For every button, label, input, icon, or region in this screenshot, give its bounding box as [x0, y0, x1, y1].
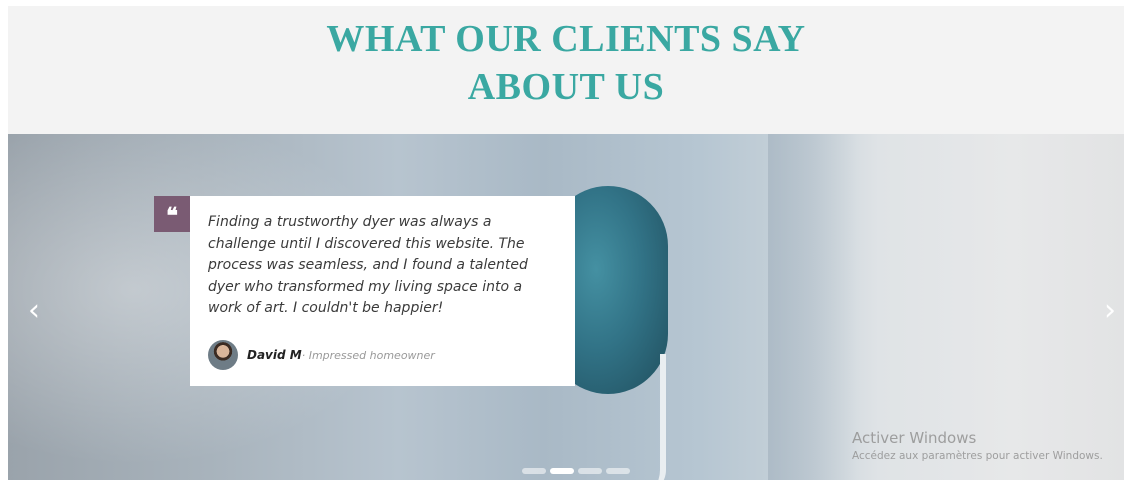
carousel-dot-1[interactable] [522, 468, 546, 474]
author-name: David M [247, 348, 302, 362]
carousel-indicators [522, 468, 630, 474]
section-title: WHAT OUR CLIENTS SAY ABOUT US [8, 6, 1124, 111]
section-title-line1: WHAT OUR CLIENTS SAY [326, 18, 806, 60]
carousel-dot-4[interactable] [606, 468, 630, 474]
paint-roller-handle [642, 354, 666, 480]
testimonial-author: David M · Impressed homeowner [208, 340, 435, 370]
carousel-dot-2[interactable] [550, 468, 574, 474]
avatar [208, 340, 238, 370]
testimonial-quote: Finding a trustworthy dyer was always a … [208, 214, 528, 316]
watermark-subtitle: Accédez aux paramètres pour activer Wind… [852, 450, 1103, 462]
testimonial-carousel: ‹ › ❝ Finding a trustworthy dyer was alw… [8, 134, 1124, 480]
testimonial-card: Finding a trustworthy dyer was always a … [190, 196, 575, 386]
author-role: · Impressed homeowner [301, 348, 435, 362]
watermark-title: Activer Windows [852, 429, 977, 447]
background-shadow [768, 134, 858, 480]
testimonials-header: WHAT OUR CLIENTS SAY ABOUT US [8, 6, 1124, 134]
section-title-line2: ABOUT US [467, 66, 665, 108]
windows-activation-watermark: Activer Windows Accédez aux paramètres p… [852, 428, 1103, 464]
chevron-left-icon[interactable]: ‹ [22, 296, 46, 326]
carousel-dot-3[interactable] [578, 468, 602, 474]
quote-icon: ❝ [154, 196, 190, 232]
chevron-right-icon[interactable]: › [1098, 296, 1122, 326]
